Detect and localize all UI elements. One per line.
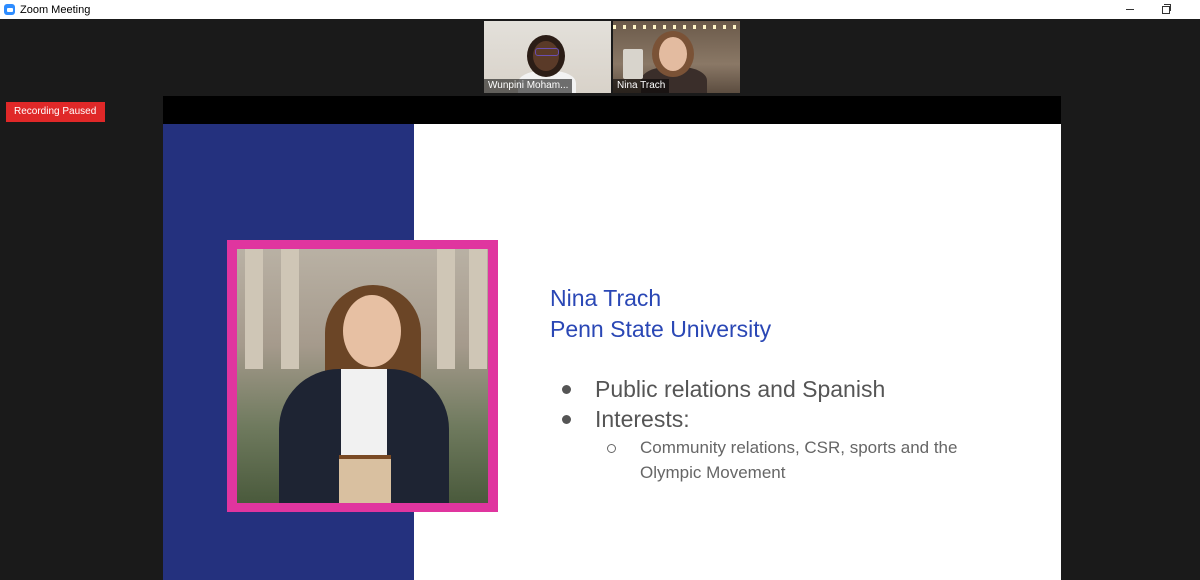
slide-university: Penn State University bbox=[550, 316, 772, 342]
sub-bullet-item: Community relations, CSR, sports and the… bbox=[640, 438, 958, 482]
bullet-item: Public relations and Spanish bbox=[595, 376, 886, 402]
bullet-dot-icon bbox=[562, 415, 571, 424]
title-bar: Zoom Meeting bbox=[0, 0, 1200, 19]
photo-frame bbox=[227, 240, 498, 512]
restore-icon bbox=[1162, 3, 1171, 14]
zoom-app-icon bbox=[4, 4, 15, 15]
window-title: Zoom Meeting bbox=[20, 3, 91, 16]
shared-slide: Nina Trach Penn State University Public … bbox=[163, 124, 1061, 580]
slide-name: Nina Trach bbox=[550, 285, 662, 311]
recording-status-badge[interactable]: Recording Paused bbox=[6, 102, 105, 122]
participant-tile[interactable]: Nina Trach bbox=[613, 21, 740, 93]
bullet-item: Interests: bbox=[595, 406, 690, 432]
bullet-dot-icon bbox=[562, 385, 571, 394]
sub-bullet-circle-icon bbox=[607, 444, 616, 453]
profile-photo bbox=[237, 249, 488, 503]
share-top-bar bbox=[163, 96, 1061, 124]
minimize-button[interactable] bbox=[1115, 0, 1145, 19]
participant-tile[interactable]: Wunpini Moham... bbox=[484, 21, 611, 93]
participant-name: Wunpini Moham... bbox=[484, 79, 573, 93]
restore-button[interactable] bbox=[1151, 0, 1181, 19]
minimize-icon bbox=[1126, 9, 1134, 10]
participant-name: Nina Trach bbox=[613, 79, 670, 93]
